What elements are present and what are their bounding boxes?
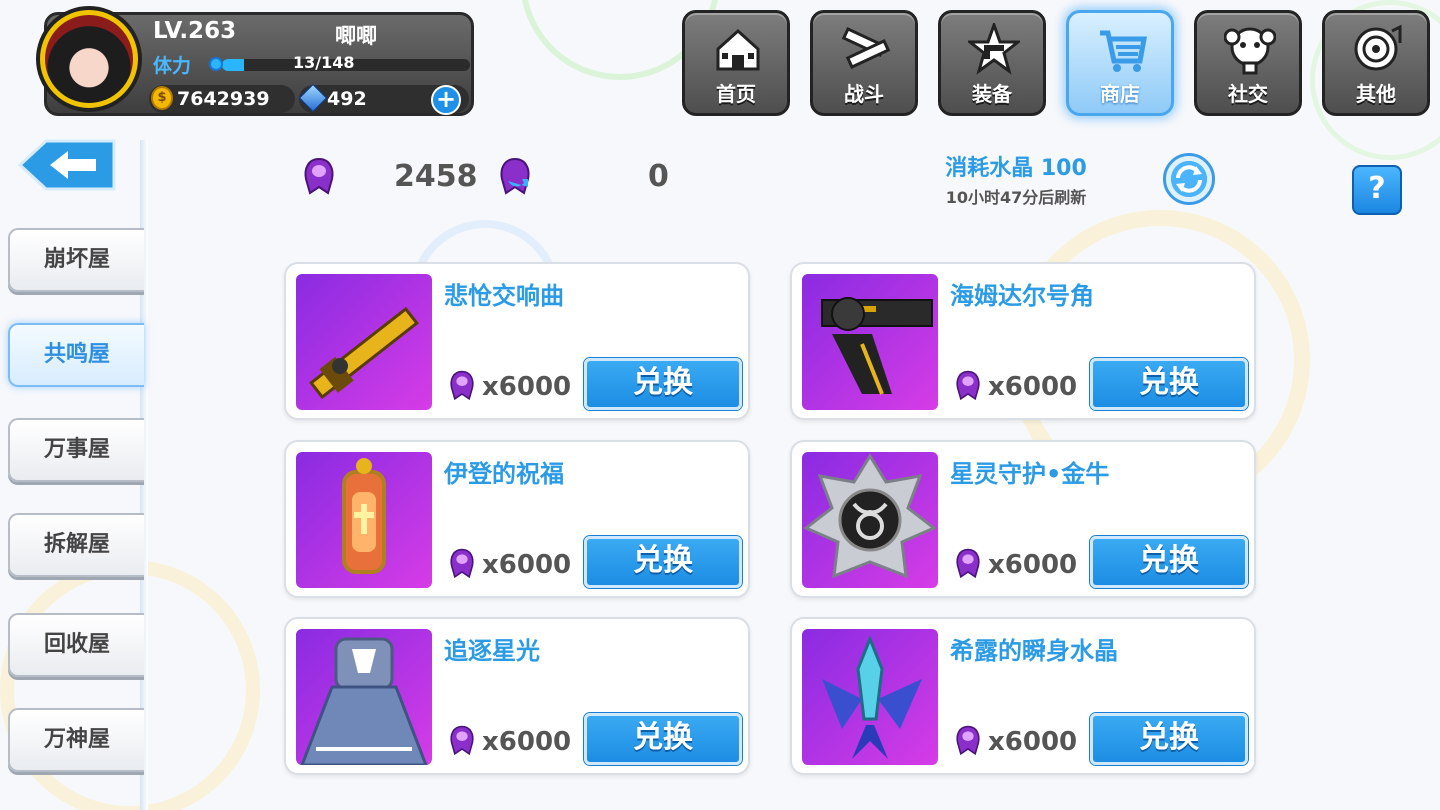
nav-other-button[interactable]: 其他 xyxy=(1322,10,1430,116)
sidebar-tab-benghuai[interactable]: 崩坏屋 xyxy=(8,228,144,292)
item-image[interactable] xyxy=(802,452,938,588)
shop-basket-icon xyxy=(1100,30,1147,72)
item-image[interactable] xyxy=(802,629,938,765)
price-crystal-icon xyxy=(450,548,474,579)
shop-item-card: 星灵守护•金牛 x6000 兑换 xyxy=(790,440,1256,598)
player-name: 唧唧 xyxy=(335,24,377,48)
swap-crystal-icon xyxy=(500,157,530,195)
nav-battle-label: 战斗 xyxy=(844,82,884,106)
player-level: LV.263 xyxy=(153,18,237,44)
item-price: x6000 xyxy=(482,727,572,757)
stamina-bar-fill xyxy=(222,59,244,71)
refresh-countdown: 10小时47分后刷新 xyxy=(945,188,1087,207)
add-gems-button[interactable]: + xyxy=(431,85,461,115)
gem-value: 492 xyxy=(327,88,367,110)
exchange-button[interactable]: 兑换 xyxy=(1090,358,1248,410)
back-button[interactable] xyxy=(16,137,118,193)
price-crystal-icon xyxy=(450,725,474,756)
item-name: 海姆达尔号角 xyxy=(950,282,1094,310)
item-price: x6000 xyxy=(988,550,1078,580)
exchange-button[interactable]: 兑换 xyxy=(584,713,742,765)
exchange-button[interactable]: 兑换 xyxy=(584,358,742,410)
exchange-button[interactable]: 兑换 xyxy=(584,536,742,588)
gold-coin-icon: $ xyxy=(151,86,173,110)
golden-rifle-icon xyxy=(309,306,419,400)
player-avatar[interactable] xyxy=(36,6,142,112)
nav-equipment-button[interactable]: 装备 xyxy=(938,10,1046,116)
item-price: x6000 xyxy=(988,372,1078,402)
crossed-guns-icon xyxy=(841,27,891,69)
item-name: 伊登的祝福 xyxy=(444,460,564,488)
item-price: x6000 xyxy=(482,550,572,580)
item-image[interactable] xyxy=(802,274,938,410)
shop-item-card: 希露的瞬身水晶 x6000 兑换 xyxy=(790,617,1256,775)
item-name: 希露的瞬身水晶 xyxy=(950,637,1118,665)
item-image[interactable] xyxy=(296,452,432,588)
nav-shop-label: 商店 xyxy=(1100,82,1140,106)
blue-dress-icon xyxy=(300,637,428,765)
item-image[interactable] xyxy=(296,274,432,410)
nav-equipment-label: 装备 xyxy=(972,82,1012,106)
refresh-button[interactable] xyxy=(1163,153,1215,205)
cross-relic-icon xyxy=(342,458,386,574)
stamina-label: 体力 xyxy=(153,55,192,77)
price-crystal-icon xyxy=(956,725,980,756)
nav-home-label: 首页 xyxy=(716,82,756,106)
refresh-cost-label: 消耗水晶 100 xyxy=(945,156,1087,181)
stamina-dot-icon xyxy=(209,57,223,71)
taurus-badge-icon xyxy=(803,453,937,579)
price-crystal-icon xyxy=(956,548,980,579)
nav-home-button[interactable]: 首页 xyxy=(682,10,790,116)
nav-shop-button[interactable]: 商店 xyxy=(1066,10,1174,116)
nav-battle-button[interactable]: 战斗 xyxy=(810,10,918,116)
gold-value: 7642939 xyxy=(177,88,270,110)
shop-item-card: 悲怆交响曲 x6000 兑换 xyxy=(284,262,750,420)
sidebar-tab-chaijie[interactable]: 拆解屋 xyxy=(8,513,144,577)
shop-item-card: 伊登的祝福 x6000 兑换 xyxy=(284,440,750,598)
nav-social-button[interactable]: 社交 xyxy=(1194,10,1302,116)
mounted-cannon-icon xyxy=(821,297,933,395)
crystal-wings-icon xyxy=(822,634,922,759)
sidebar-tab-wanshi[interactable]: 万事屋 xyxy=(8,418,144,482)
item-name: 悲怆交响曲 xyxy=(444,282,564,310)
shop-item-card: 海姆达尔号角 x6000 兑换 xyxy=(790,262,1256,420)
top-navigation: 首页 战斗 装备 商店 社交 其他 xyxy=(682,10,1430,116)
item-image[interactable] xyxy=(296,629,432,765)
stamina-value: 13/148 xyxy=(293,53,355,72)
nav-other-label: 其他 xyxy=(1356,82,1396,106)
sidebar-tab-wanshen[interactable]: 万神屋 xyxy=(8,708,144,772)
star-gun-icon xyxy=(968,23,1020,75)
target-icon xyxy=(1354,24,1402,71)
price-crystal-icon xyxy=(450,370,474,401)
sidebar-tab-gongming[interactable]: 共鸣屋 xyxy=(8,323,144,387)
sidebar-tab-huishou[interactable]: 回收屋 xyxy=(8,613,144,677)
house-icon xyxy=(716,28,760,71)
swap-crystal-count: 0 xyxy=(648,159,669,194)
price-crystal-icon xyxy=(956,370,980,401)
mascot-face-icon xyxy=(1224,27,1276,75)
item-price: x6000 xyxy=(482,372,572,402)
shop-item-card: 追逐星光 x6000 兑换 xyxy=(284,617,750,775)
help-button[interactable]: ? xyxy=(1352,165,1402,215)
exchange-button[interactable]: 兑换 xyxy=(1090,536,1248,588)
avatar-portrait xyxy=(45,15,133,103)
exchange-button[interactable]: 兑换 xyxy=(1090,713,1248,765)
item-price: x6000 xyxy=(988,727,1078,757)
item-name: 追逐星光 xyxy=(444,637,540,665)
item-name: 星灵守护•金牛 xyxy=(950,460,1110,488)
nav-social-label: 社交 xyxy=(1228,82,1268,106)
crystal-count: 2458 xyxy=(394,159,478,194)
resonance-crystal-icon xyxy=(304,157,334,195)
refresh-icon xyxy=(1176,165,1202,193)
